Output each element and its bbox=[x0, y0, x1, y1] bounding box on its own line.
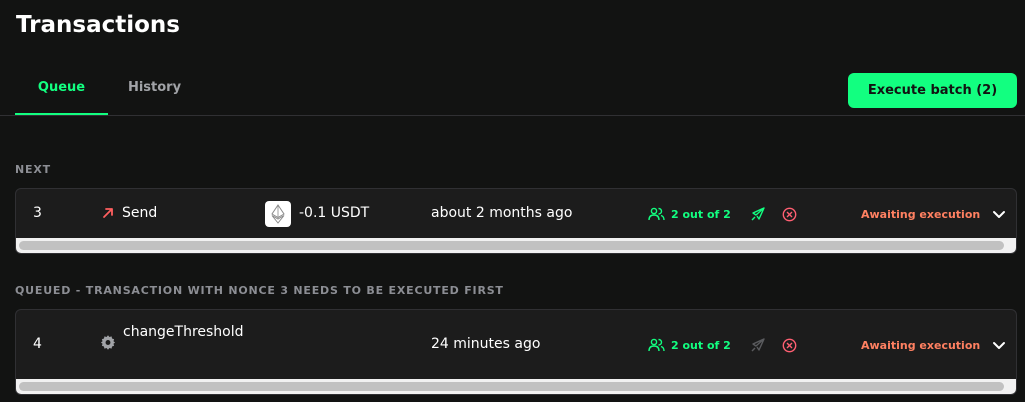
tx-status: Awaiting execution bbox=[861, 339, 981, 352]
ethereum-token-icon bbox=[265, 201, 291, 227]
scrollbar-thumb[interactable] bbox=[19, 382, 1004, 391]
reject-icon[interactable] bbox=[781, 337, 797, 353]
tx-nonce: 3 bbox=[33, 205, 42, 221]
gear-icon bbox=[100, 334, 116, 350]
execute-batch-button[interactable]: Execute batch (2) bbox=[848, 73, 1017, 108]
tx-type: Send bbox=[100, 205, 157, 221]
tx-date: 24 minutes ago bbox=[431, 336, 541, 352]
tabs: Queue History bbox=[15, 72, 201, 115]
tx-confirmations: 2 out of 2 bbox=[648, 207, 731, 221]
scrollbar-thumb[interactable] bbox=[19, 241, 1004, 250]
tab-divider bbox=[0, 115, 1025, 116]
page-title: Transactions bbox=[16, 12, 180, 38]
tx-confirmations: 2 out of 2 bbox=[648, 338, 731, 352]
chevron-down-icon[interactable] bbox=[991, 337, 1007, 353]
chevron-down-icon[interactable] bbox=[991, 206, 1007, 222]
tx-nonce: 4 bbox=[33, 336, 42, 352]
section-label-queued: QUEUED - TRANSACTION WITH NONCE 3 NEEDS … bbox=[15, 284, 504, 297]
tx-type-label: Send bbox=[122, 205, 158, 221]
tx-confirmations-label: 2 out of 2 bbox=[671, 338, 731, 352]
execute-rocket-icon[interactable] bbox=[749, 337, 765, 353]
transaction-card[interactable]: 3 Send -0.1 USDT about 2 months ago 2 ou… bbox=[15, 188, 1017, 254]
tab-queue[interactable]: Queue bbox=[15, 72, 108, 115]
tx-type: changeThreshold bbox=[100, 322, 249, 350]
tx-status: Awaiting execution bbox=[861, 208, 981, 221]
tx-confirmations-label: 2 out of 2 bbox=[671, 207, 731, 221]
horizontal-scrollbar[interactable] bbox=[16, 379, 1016, 394]
arrow-up-right-icon bbox=[100, 205, 116, 221]
execute-rocket-icon[interactable] bbox=[749, 206, 765, 222]
tx-type-label: changeThreshold bbox=[123, 324, 244, 340]
section-label-next: NEXT bbox=[15, 163, 51, 176]
reject-icon[interactable] bbox=[781, 206, 797, 222]
owners-icon bbox=[648, 207, 665, 221]
owners-icon bbox=[648, 338, 665, 352]
tx-amount: -0.1 USDT bbox=[299, 205, 370, 221]
tab-history[interactable]: History bbox=[108, 72, 201, 115]
tx-date: about 2 months ago bbox=[431, 205, 573, 221]
horizontal-scrollbar[interactable] bbox=[16, 238, 1016, 253]
transaction-row[interactable]: 4 changeThreshold 24 minutes ago 2 out o… bbox=[16, 310, 1016, 380]
transaction-card[interactable]: 4 changeThreshold 24 minutes ago 2 out o… bbox=[15, 309, 1017, 395]
transaction-row[interactable]: 3 Send -0.1 USDT about 2 months ago 2 ou… bbox=[16, 189, 1016, 239]
